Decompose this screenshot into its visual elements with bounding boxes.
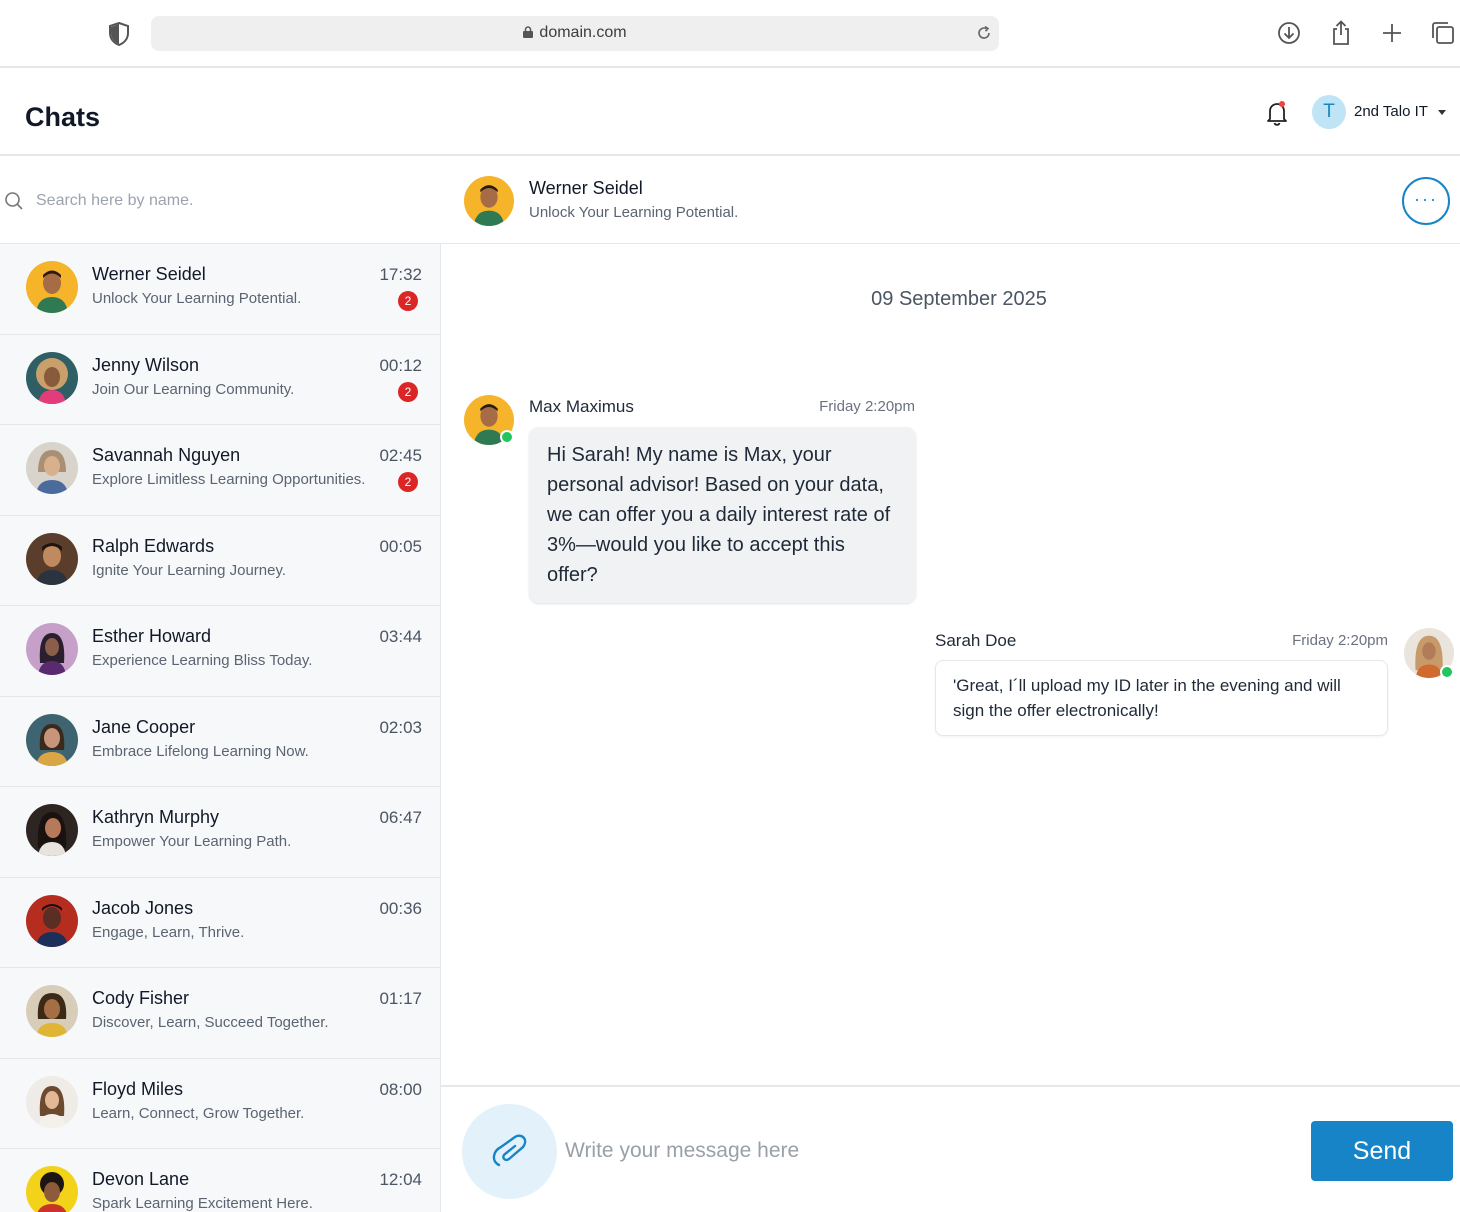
online-status-dot: [1440, 665, 1454, 679]
search-input[interactable]: [36, 186, 426, 216]
send-button[interactable]: Send: [1311, 1121, 1453, 1181]
browser-toolbar: domain.com: [0, 0, 1460, 68]
page-title: Chats: [25, 102, 101, 132]
date-separator: 09 September 2025: [871, 288, 1047, 310]
chat-item-savannah-nguyen[interactable]: Savannah Nguyen Explore Limitless Learni…: [0, 425, 440, 516]
chat-name: Esther Howard: [92, 626, 212, 646]
new-tab-icon[interactable]: [1379, 20, 1405, 46]
chat-preview: Engage, Learn, Thrive.: [92, 923, 245, 941]
chat-time: 08:00: [379, 1079, 422, 1099]
chat-name: Cody Fisher: [92, 988, 190, 1008]
chat-name: Kathryn Murphy: [92, 807, 220, 827]
chat-item-werner-seidel[interactable]: Werner Seidel Unlock Your Learning Poten…: [0, 244, 440, 335]
chat-preview: Embrace Lifelong Learning Now.: [92, 742, 309, 760]
account-name[interactable]: 2nd Talo IT: [1354, 103, 1428, 120]
conversation-header: Werner Seidel Unlock Your Learning Poten…: [441, 158, 1460, 244]
lock-icon: [523, 26, 534, 38]
search-bar: [0, 158, 441, 244]
share-icon[interactable]: [1328, 20, 1354, 46]
avatar: [26, 713, 78, 766]
chat-preview: Empower Your Learning Path.: [92, 833, 292, 850]
avatar: [26, 985, 78, 1037]
chat-preview: Learn, Connect, Grow Together.: [92, 1104, 305, 1122]
chat-time: 01:17: [379, 989, 422, 1008]
chat-name: Jacob Jones: [92, 897, 194, 918]
address-bar[interactable]: domain.com: [151, 16, 999, 51]
avatar: [26, 804, 78, 856]
notification-dot: [1279, 101, 1285, 107]
tabs-icon[interactable]: [1430, 20, 1456, 46]
message-bubble-incoming: Hi Sarah! My name is Max, your personal …: [529, 427, 916, 603]
download-icon[interactable]: [1276, 20, 1302, 46]
chat-item-cody-fisher[interactable]: Cody Fisher Discover, Learn, Succeed Tog…: [0, 968, 440, 1059]
url-text: domain.com: [539, 24, 627, 41]
account-avatar[interactable]: T: [1312, 95, 1346, 129]
avatar: [26, 442, 78, 494]
conversation-name: Werner Seidel: [529, 178, 643, 198]
more-dots-icon: ···: [1414, 189, 1438, 209]
chat-time: 00:36: [379, 898, 422, 918]
avatar: [26, 894, 78, 947]
chat-name: Devon Lane: [92, 1169, 190, 1189]
chat-time: 00:12: [379, 355, 422, 375]
chat-item-kathryn-murphy[interactable]: Kathryn Murphy Empower Your Learning Pat…: [0, 787, 440, 878]
chat-item-jane-cooper[interactable]: Jane Cooper Embrace Lifelong Learning No…: [0, 696, 440, 787]
chat-name: Werner Seidel: [92, 264, 206, 284]
chat-item-floyd-miles[interactable]: Floyd Miles Learn, Connect, Grow Togethe…: [0, 1058, 440, 1149]
avatar: [26, 1075, 78, 1128]
notification-bell-icon[interactable]: [1265, 100, 1289, 126]
online-status-dot: [500, 430, 514, 444]
more-options-button[interactable]: ···: [1402, 177, 1450, 225]
chat-name: Savannah Nguyen: [92, 445, 241, 465]
paperclip-icon: [492, 1134, 527, 1167]
shield-icon[interactable]: [108, 22, 130, 46]
chat-name: Jane Cooper: [92, 716, 196, 737]
avatar: [26, 532, 78, 585]
avatar: [464, 176, 514, 226]
message-bubble-outgoing: 'Great, I´ll upload my ID later in the e…: [935, 660, 1388, 736]
chat-preview: Ignite Your Learning Journey.: [92, 561, 287, 579]
chat-time: 03:44: [379, 627, 422, 646]
chat-preview: Spark Learning Excitement Here.: [92, 1195, 313, 1212]
chat-preview: Join Our Learning Community.: [92, 380, 295, 398]
app-header: Chats T 2nd Talo IT: [0, 70, 1460, 156]
message-input[interactable]: [565, 1134, 1295, 1168]
avatar: [26, 623, 78, 675]
message-sender: Sarah Doe: [935, 631, 1017, 650]
chat-time: 17:32: [379, 265, 422, 284]
attach-button[interactable]: [462, 1104, 557, 1199]
avatar: [26, 351, 78, 404]
chat-preview: Experience Learning Bliss Today.: [92, 652, 313, 669]
message-time: Friday 2:20pm: [819, 398, 915, 415]
message-sender: Max Maximus: [529, 397, 634, 416]
chat-item-jacob-jones[interactable]: Jacob Jones Engage, Learn, Thrive. 00:36: [0, 877, 440, 968]
unread-badge: 2: [398, 472, 418, 492]
avatar: [26, 261, 78, 313]
chat-time: 00:05: [379, 536, 422, 556]
unread-badge: 2: [398, 381, 418, 402]
chat-time: 12:04: [379, 1170, 422, 1189]
chat-list: Werner Seidel Unlock Your Learning Poten…: [0, 244, 441, 1212]
reload-icon[interactable]: [975, 24, 993, 42]
chat-preview: Discover, Learn, Succeed Together.: [92, 1014, 329, 1031]
chat-time: 02:45: [379, 446, 422, 465]
chat-item-esther-howard[interactable]: Esther Howard Experience Learning Bliss …: [0, 606, 440, 697]
chat-preview: Unlock Your Learning Potential.: [92, 290, 302, 307]
message-time: Friday 2:20pm: [1292, 632, 1388, 649]
chat-name: Jenny Wilson: [92, 354, 200, 375]
chat-name: Floyd Miles: [92, 1078, 184, 1099]
chat-time: 06:47: [379, 808, 422, 827]
avatar: [26, 1166, 78, 1212]
chat-time: 02:03: [379, 717, 422, 737]
chat-name: Ralph Edwards: [92, 535, 215, 556]
message-composer: Send: [441, 1085, 1460, 1212]
chat-item-ralph-edwards[interactable]: Ralph Edwards Ignite Your Learning Journ…: [0, 515, 440, 606]
unread-badge: 2: [398, 291, 418, 311]
chat-item-jenny-wilson[interactable]: Jenny Wilson Join Our Learning Community…: [0, 334, 440, 425]
chevron-down-icon[interactable]: [1438, 110, 1446, 115]
search-icon: [5, 192, 23, 210]
chat-item-devon-lane[interactable]: Devon Lane Spark Learning Excitement Her…: [0, 1149, 440, 1212]
chat-preview: Explore Limitless Learning Opportunities…: [92, 471, 366, 488]
conversation-status: Unlock Your Learning Potential.: [529, 204, 739, 221]
